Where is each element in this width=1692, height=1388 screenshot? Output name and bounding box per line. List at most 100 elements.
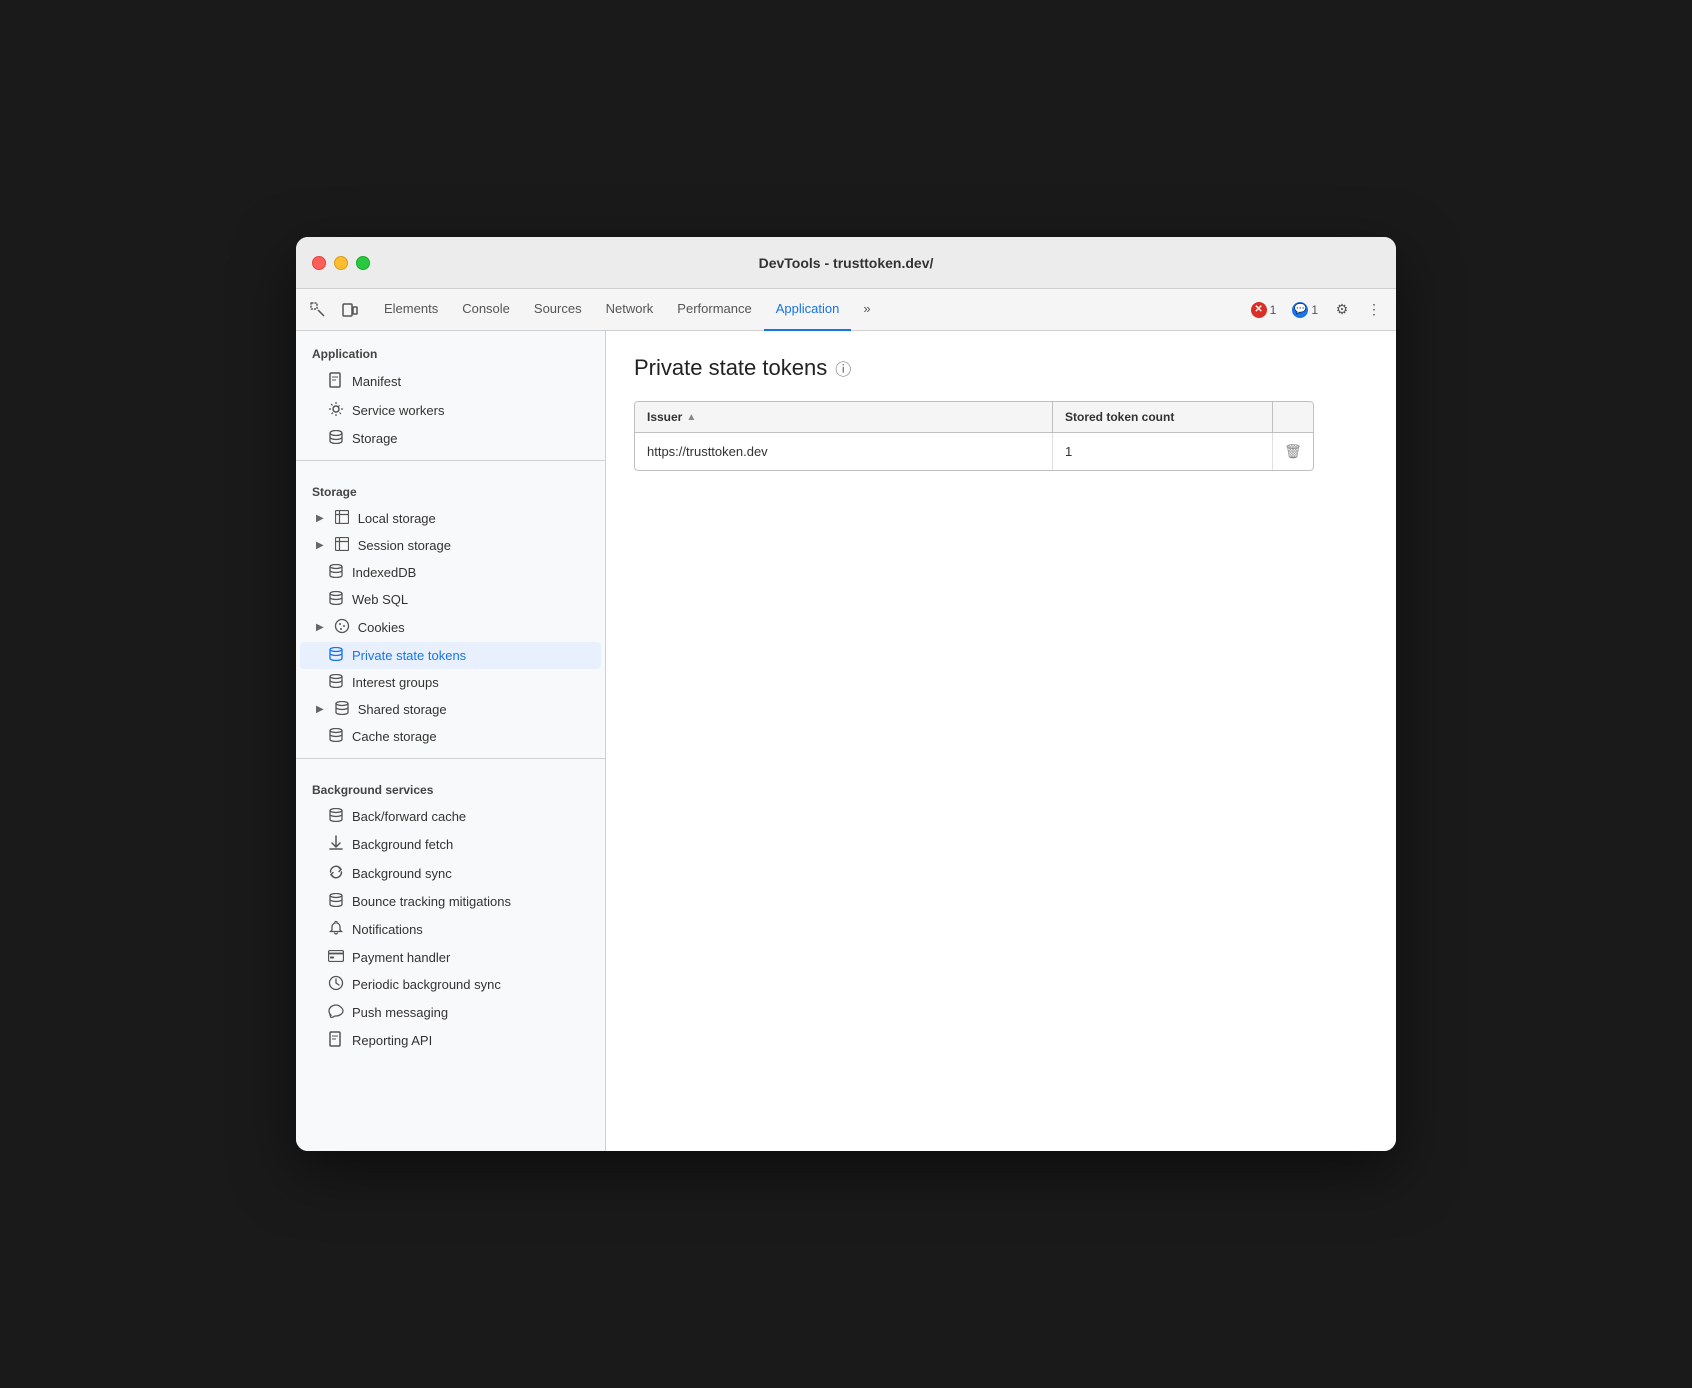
background-sync-label: Background sync [352, 866, 452, 881]
storage-section-title: Storage [296, 469, 605, 505]
session-storage-label: Session storage [358, 538, 451, 553]
tab-bar: Elements Console Sources Network Perform… [296, 289, 1396, 331]
application-section-title: Application [296, 331, 605, 367]
private-state-tokens-label: Private state tokens [352, 648, 466, 663]
tab-network[interactable]: Network [594, 289, 666, 331]
sidebar: Application Manifest Service workers Sto… [296, 331, 606, 1151]
storage-app-label: Storage [352, 431, 398, 446]
interest-groups-label: Interest groups [352, 675, 439, 690]
inspect-element-button[interactable] [304, 296, 332, 324]
cookies-arrow-icon: ▶ [316, 622, 324, 633]
error-count-button[interactable]: ✕ 1 [1245, 300, 1283, 320]
background-fetch-icon [328, 835, 344, 854]
info-icon[interactable]: ⓘ [835, 356, 851, 380]
data-table: Issuer ▲ Stored token count https://trus… [634, 401, 1314, 471]
sidebar-item-bounce-tracking[interactable]: Bounce tracking mitigations [300, 888, 601, 915]
manifest-icon [328, 372, 344, 391]
reporting-api-icon [328, 1031, 344, 1050]
sidebar-item-push-messaging[interactable]: Push messaging [300, 999, 601, 1026]
delete-cell: 🗑 [1273, 433, 1313, 470]
payment-handler-icon [328, 949, 344, 965]
window-title: DevTools - trusttoken.dev/ [759, 255, 934, 271]
table-row: https://trusttoken.dev 1 🗑 [635, 433, 1313, 470]
delete-token-button[interactable]: 🗑 [1282, 441, 1304, 462]
sidebar-item-notifications[interactable]: Notifications [300, 915, 601, 944]
close-button[interactable] [312, 256, 326, 270]
periodic-background-sync-icon [328, 975, 344, 994]
background-sync-icon [328, 864, 344, 883]
sidebar-item-background-fetch[interactable]: Background fetch [300, 830, 601, 859]
device-toolbar-button[interactable] [336, 296, 364, 324]
sidebar-item-cookies[interactable]: ▶ Cookies [300, 613, 601, 642]
shared-storage-label: Shared storage [358, 702, 447, 717]
info-count-button[interactable]: 💬 1 [1286, 300, 1324, 320]
manifest-label: Manifest [352, 374, 401, 389]
tab-console[interactable]: Console [450, 289, 522, 331]
sidebar-item-background-sync[interactable]: Background sync [300, 859, 601, 888]
sidebar-item-private-state-tokens[interactable]: Private state tokens [300, 642, 601, 669]
bounce-tracking-label: Bounce tracking mitigations [352, 894, 511, 909]
web-sql-label: Web SQL [352, 592, 408, 607]
sidebar-item-local-storage[interactable]: ▶ Local storage [300, 505, 601, 532]
periodic-background-sync-label: Periodic background sync [352, 977, 501, 992]
tab-more[interactable]: » [851, 289, 882, 331]
issuer-cell: https://trusttoken.dev [635, 433, 1053, 470]
settings-button[interactable]: ⚙ [1328, 296, 1356, 324]
devtools-window: DevTools - trusttoken.dev/ Elements [296, 237, 1396, 1151]
service-workers-icon [328, 401, 344, 420]
sidebar-item-interest-groups[interactable]: Interest groups [300, 669, 601, 696]
info-badge: 💬 [1292, 302, 1308, 318]
local-storage-icon [334, 510, 350, 527]
title-bar: DevTools - trusttoken.dev/ [296, 237, 1396, 289]
cache-storage-icon [328, 728, 344, 745]
notifications-icon [328, 920, 344, 939]
error-badge: ✕ [1251, 302, 1267, 318]
cookies-icon [334, 618, 350, 637]
token-count-cell: 1 [1053, 433, 1273, 470]
shared-storage-arrow-icon: ▶ [316, 704, 324, 715]
tab-elements[interactable]: Elements [372, 289, 450, 331]
service-workers-label: Service workers [352, 403, 444, 418]
cookies-label: Cookies [358, 620, 405, 635]
content-area: Private state tokens ⓘ Issuer ▲ Stored t… [606, 331, 1396, 1151]
traffic-lights [312, 256, 370, 270]
session-storage-arrow-icon: ▶ [316, 540, 324, 551]
issuer-column-header[interactable]: Issuer ▲ [635, 402, 1053, 432]
sidebar-item-manifest[interactable]: Manifest [300, 367, 601, 396]
table-header: Issuer ▲ Stored token count [635, 402, 1313, 433]
divider-1 [296, 460, 605, 461]
cache-storage-label: Cache storage [352, 729, 437, 744]
background-services-section-title: Background services [296, 767, 605, 803]
tab-sources[interactable]: Sources [522, 289, 594, 331]
sort-icon: ▲ [686, 412, 696, 423]
sidebar-item-storage-app[interactable]: Storage [300, 425, 601, 452]
sidebar-item-service-workers[interactable]: Service workers [300, 396, 601, 425]
divider-2 [296, 758, 605, 759]
page-title: Private state tokens ⓘ [634, 355, 1368, 381]
sidebar-item-cache-storage[interactable]: Cache storage [300, 723, 601, 750]
minimize-button[interactable] [334, 256, 348, 270]
tab-application[interactable]: Application [764, 289, 852, 331]
main-content: Application Manifest Service workers Sto… [296, 331, 1396, 1151]
interest-groups-icon [328, 674, 344, 691]
push-messaging-label: Push messaging [352, 1005, 448, 1020]
sidebar-item-session-storage[interactable]: ▶ Session storage [300, 532, 601, 559]
indexeddb-icon [328, 564, 344, 581]
sidebar-item-indexeddb[interactable]: IndexedDB [300, 559, 601, 586]
push-messaging-icon [328, 1004, 344, 1021]
payment-handler-label: Payment handler [352, 950, 450, 965]
sidebar-item-back-forward-cache[interactable]: Back/forward cache [300, 803, 601, 830]
tabs: Elements Console Sources Network Perform… [372, 289, 1237, 331]
sidebar-item-periodic-background-sync[interactable]: Periodic background sync [300, 970, 601, 999]
more-options-button[interactable]: ⋮ [1360, 296, 1388, 324]
sidebar-item-payment-handler[interactable]: Payment handler [300, 944, 601, 970]
shared-storage-icon [334, 701, 350, 718]
sidebar-item-reporting-api[interactable]: Reporting API [300, 1026, 601, 1055]
web-sql-icon [328, 591, 344, 608]
session-storage-icon [334, 537, 350, 554]
sidebar-item-web-sql[interactable]: Web SQL [300, 586, 601, 613]
tab-performance[interactable]: Performance [665, 289, 763, 331]
sidebar-item-shared-storage[interactable]: ▶ Shared storage [300, 696, 601, 723]
maximize-button[interactable] [356, 256, 370, 270]
back-forward-cache-label: Back/forward cache [352, 809, 466, 824]
